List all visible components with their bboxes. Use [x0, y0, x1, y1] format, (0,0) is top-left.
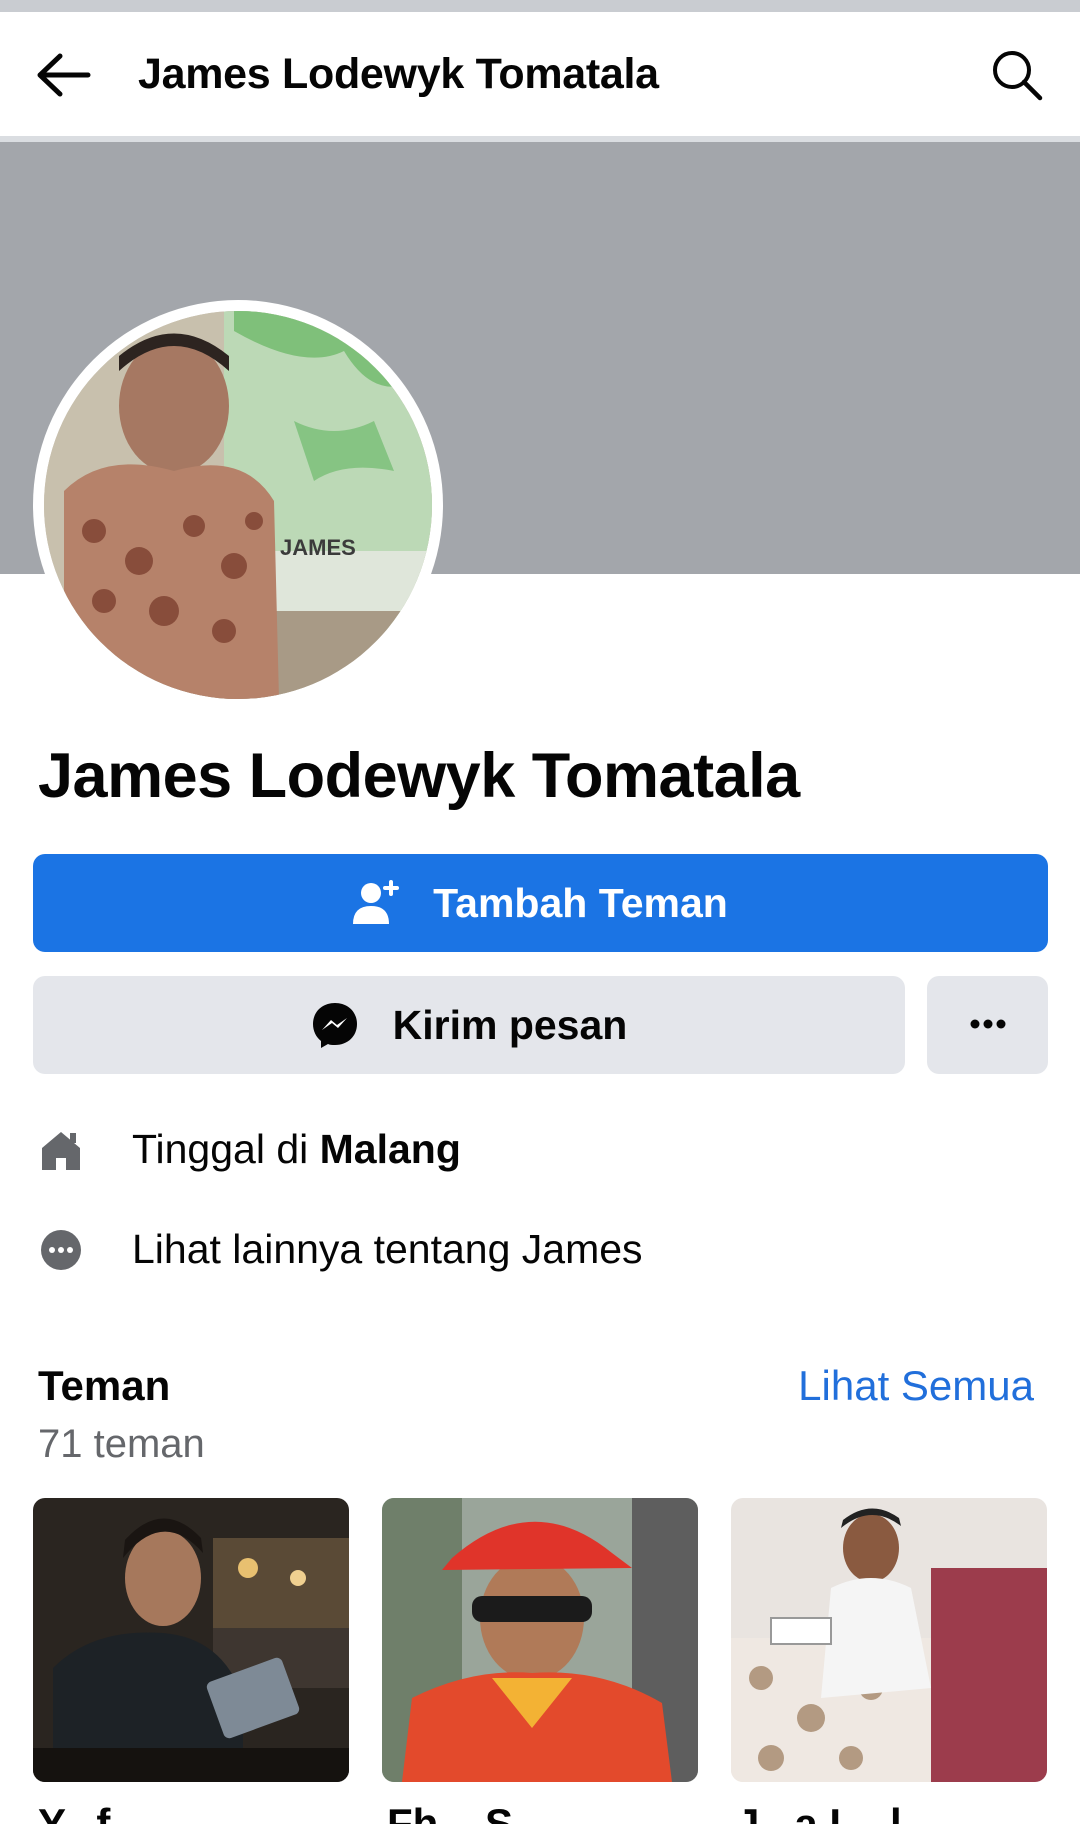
see-more-about-label: Lihat lainnya tentang James — [132, 1226, 643, 1272]
friend-name[interactable]: Fh... S... — [387, 1800, 703, 1824]
friend-name[interactable]: J...a L...l... — [736, 1800, 1052, 1824]
see-more-about-row[interactable]: Lihat lainnya tentang James — [38, 1226, 643, 1273]
add-friend-label: Tambah Teman — [433, 879, 728, 926]
page-title: James Lodewyk Tomatala — [138, 50, 659, 98]
add-friend-icon — [353, 880, 400, 926]
friends-count: 71 teman — [38, 1422, 205, 1466]
avatar-text: JAMES — [280, 535, 356, 560]
send-message-label: Kirim pesan — [392, 1001, 628, 1048]
friend-photo[interactable] — [382, 1498, 698, 1782]
lives-in-prefix: Tinggal di — [132, 1126, 320, 1172]
friends-heading: Teman — [38, 1362, 171, 1409]
see-all-friends-link[interactable]: Lihat Semua — [798, 1362, 1034, 1410]
avatar[interactable]: JAMES — [44, 311, 432, 699]
lives-in-city: Malang — [319, 1126, 461, 1172]
send-message-button[interactable]: Kirim pesan — [33, 976, 905, 1074]
more-dots-icon — [970, 1016, 1006, 1034]
top-bar: James Lodewyk Tomatala — [0, 12, 1080, 136]
more-circle-icon — [38, 1227, 84, 1273]
profile-name: James Lodewyk Tomatala — [38, 741, 800, 811]
arrow-left-icon[interactable] — [36, 50, 96, 100]
home-icon — [38, 1127, 84, 1173]
friend-name[interactable]: Y...f... — [38, 1800, 354, 1824]
messenger-icon — [311, 1001, 359, 1049]
lives-in-row: Tinggal di Malang — [38, 1126, 461, 1173]
friend-photo[interactable] — [731, 1498, 1047, 1782]
search-icon[interactable] — [990, 48, 1044, 102]
friend-photo[interactable] — [33, 1498, 349, 1782]
more-button[interactable] — [927, 976, 1048, 1074]
add-friend-button[interactable]: Tambah Teman — [33, 854, 1048, 952]
status-strip — [0, 0, 1080, 12]
